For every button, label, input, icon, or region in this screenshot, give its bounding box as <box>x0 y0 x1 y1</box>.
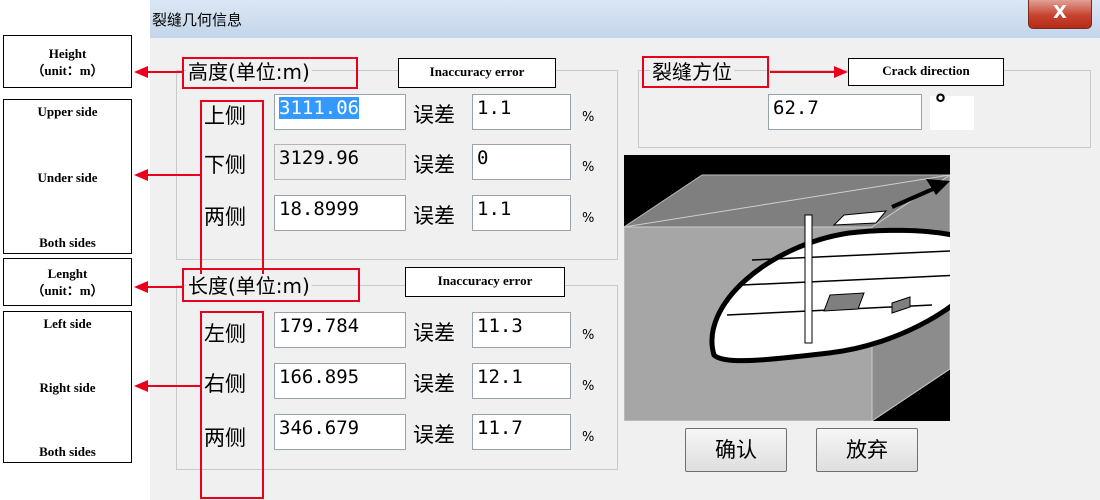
length-left-percent: % <box>582 328 595 343</box>
annotation-both-sides-height: Both sides <box>39 235 96 250</box>
crack-direction-field[interactable]: 62.7 <box>768 94 922 130</box>
height-both-percent: % <box>582 211 595 226</box>
annotation-length: Lenght （unit：m） <box>3 258 132 306</box>
height-under-error-label: 误差 <box>413 153 455 177</box>
crack-geometry-dialog: 裂缝几何信息 X 高度(单位:m) 上侧 3111.06 误差 1.1 % 下侧… <box>150 0 1100 500</box>
annotation-height-unit: （unit：m） <box>31 62 104 78</box>
annotation-left-side: Left side <box>43 316 92 331</box>
height-upper-percent: % <box>582 110 595 125</box>
degree-unit: ° <box>934 90 947 120</box>
dialog-title: 裂缝几何信息 <box>152 11 243 29</box>
fracture-preview <box>622 155 994 422</box>
length-right-label: 右侧 <box>204 372 246 396</box>
annotation-height-title: Height <box>48 45 87 61</box>
annotation-length-unit: （unit：m） <box>31 283 104 298</box>
annotation-length-rows: Left side Right side Both sides <box>3 311 132 463</box>
height-both-field[interactable]: 18.8999 <box>274 195 406 231</box>
height-under-label: 下侧 <box>204 153 246 177</box>
length-left-error-label: 误差 <box>413 321 455 345</box>
length-right-error-label: 误差 <box>413 372 455 396</box>
height-under-percent: % <box>582 160 595 175</box>
height-label-highlight <box>182 57 358 89</box>
confirm-button[interactable]: 确认 <box>685 428 787 472</box>
degree-box: ° <box>930 90 974 130</box>
length-both-label: 两侧 <box>204 426 246 450</box>
annotation-both-sides-length: Both sides <box>39 444 96 459</box>
height-both-error-field[interactable]: 1.1 <box>472 195 571 231</box>
height-both-error-label: 误差 <box>413 204 455 228</box>
height-upper-error-field[interactable]: 1.1 <box>472 94 571 130</box>
crack-label-highlight <box>642 56 769 88</box>
length-left-error-field[interactable]: 11.3 <box>472 312 571 348</box>
annotation-height-rows: Upper side Under side Both sides <box>3 99 132 254</box>
height-upper-field[interactable]: 3111.06 <box>274 94 406 130</box>
title-bar[interactable]: 裂缝几何信息 X <box>150 0 1100 38</box>
inaccuracy-error-tag-height: Inaccuracy error <box>398 58 556 88</box>
height-under-field[interactable]: 3129.96 <box>274 144 406 180</box>
length-both-field[interactable]: 346.679 <box>274 414 406 450</box>
annotation-under-side: Under side <box>37 169 98 185</box>
height-upper-error-label: 误差 <box>413 103 455 127</box>
length-right-percent: % <box>582 379 595 394</box>
annotation-length-title: Lenght <box>47 266 88 281</box>
annotation-upper-side: Upper side <box>37 104 98 119</box>
crack-direction-tag: Crack direction <box>848 58 1004 86</box>
cancel-button[interactable]: 放弃 <box>816 428 918 472</box>
annotation-height: Height （unit：m） <box>3 35 132 88</box>
fracture-3d-diagram-icon <box>622 174 994 422</box>
length-right-error-field[interactable]: 12.1 <box>472 363 571 399</box>
annotation-right-side: Right side <box>39 380 96 395</box>
length-both-error-label: 误差 <box>413 423 455 447</box>
height-upper-value: 3111.06 <box>279 97 360 119</box>
close-icon: X <box>1053 2 1067 23</box>
length-right-field[interactable]: 166.895 <box>274 363 406 399</box>
height-upper-label: 上侧 <box>204 104 246 128</box>
height-both-label: 两侧 <box>204 205 246 229</box>
length-both-percent: % <box>582 430 595 445</box>
close-button[interactable]: X <box>1028 0 1092 29</box>
length-left-field[interactable]: 179.784 <box>274 312 406 348</box>
height-under-error-field[interactable]: 0 <box>472 144 571 180</box>
inaccuracy-error-tag-length: Inaccuracy error <box>405 267 565 297</box>
length-left-label: 左侧 <box>204 322 246 346</box>
dialog-body: 高度(单位:m) 上侧 3111.06 误差 1.1 % 下侧 3129.96 … <box>150 38 1100 500</box>
length-label-highlight <box>182 268 360 302</box>
length-both-error-field[interactable]: 11.7 <box>472 414 571 450</box>
